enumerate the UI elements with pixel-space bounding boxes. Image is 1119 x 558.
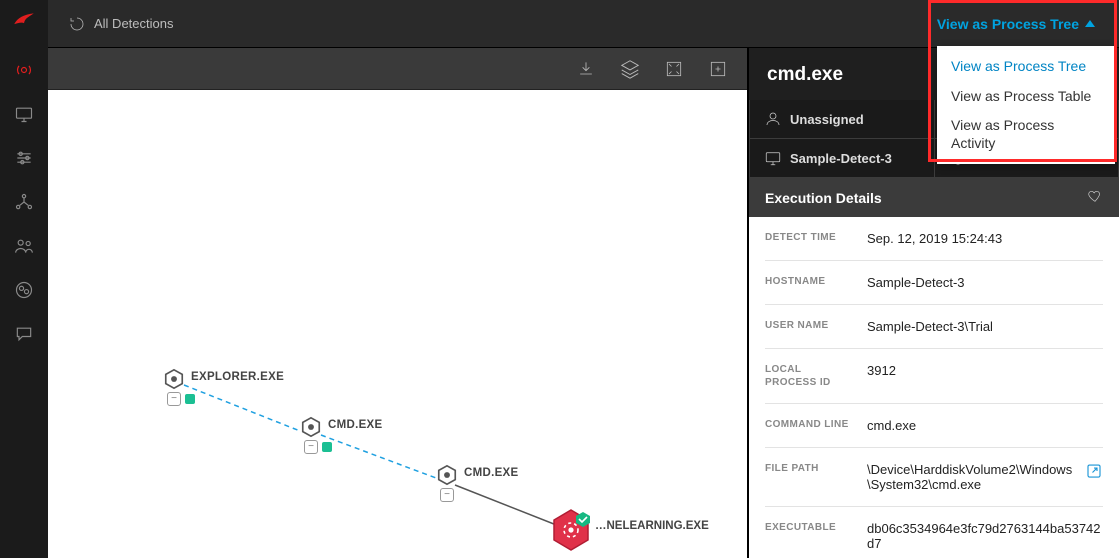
field-executable: Executable db06c3534964e3fc79d2763144ba5… <box>765 507 1103 558</box>
rail-graph-icon[interactable] <box>0 180 48 224</box>
hexagon-icon <box>436 464 458 486</box>
expand-icon[interactable] <box>661 56 687 82</box>
layers-icon[interactable] <box>617 56 643 82</box>
execution-details-body: Detect Time Sep. 12, 2019 15:24:43 Hostn… <box>749 217 1119 558</box>
main-area: All Detections View as Process Tree <box>48 0 1119 558</box>
view-selector-label: View as Process Tree <box>937 16 1079 32</box>
status-dot-icon <box>185 394 195 404</box>
add-panel-icon[interactable] <box>705 56 731 82</box>
canvas-column: EXPLORER.EXE − CMD.EXE − <box>48 48 748 558</box>
canvas-toolbar <box>48 48 747 90</box>
left-rail <box>0 0 48 558</box>
process-tree-canvas[interactable]: EXPLORER.EXE − CMD.EXE − <box>48 90 747 558</box>
back-label: All Detections <box>94 16 173 31</box>
collapse-icon[interactable]: − <box>167 392 181 406</box>
assign-label: Unassigned <box>790 112 864 127</box>
rail-monitor-icon[interactable] <box>0 92 48 136</box>
download-icon[interactable] <box>573 56 599 82</box>
process-node-sub: − <box>440 488 454 502</box>
view-as-selector[interactable]: View as Process Tree <box>931 12 1101 36</box>
dropdown-option-process-table[interactable]: View as Process Table <box>937 82 1115 112</box>
field-detect-time: Detect Time Sep. 12, 2019 15:24:43 <box>765 217 1103 261</box>
process-node-sub: − <box>304 440 332 454</box>
dropdown-option-process-activity[interactable]: View as Process Activity <box>937 111 1115 158</box>
process-node-cmd-2[interactable]: CMD.EXE − <box>436 464 458 491</box>
execution-details-header[interactable]: Execution Details <box>749 178 1119 217</box>
field-file-path: File Path \Device\HarddiskVolume2\Window… <box>765 448 1103 507</box>
heart-icon[interactable] <box>1087 188 1103 207</box>
collapse-icon[interactable]: − <box>440 488 454 502</box>
back-all-detections-button[interactable]: All Detections <box>60 9 181 39</box>
field-user-name: User Name Sample-Detect-3\Trial <box>765 305 1103 349</box>
host-label: Sample-Detect-3 <box>790 151 892 166</box>
user-icon <box>764 110 782 128</box>
process-node-threat[interactable]: …NELEARNING.EXE <box>551 508 591 557</box>
process-node-label: CMD.EXE <box>328 419 383 431</box>
view-as-dropdown: View as Process Tree View as Process Tab… <box>937 46 1115 164</box>
process-node-label: CMD.EXE <box>464 467 519 479</box>
status-dot-icon <box>322 442 332 452</box>
assign-pill[interactable]: Unassigned <box>749 100 935 139</box>
hexagon-icon <box>163 368 185 390</box>
tree-edges <box>48 90 747 558</box>
field-local-pid: Local Process ID 3912 <box>765 349 1103 404</box>
field-command-line: Command Line cmd.exe <box>765 404 1103 448</box>
rail-chat-icon[interactable] <box>0 312 48 356</box>
process-node-label: …NELEARNING.EXE <box>595 520 709 532</box>
threat-hexagon-icon <box>551 508 591 552</box>
rail-activity-icon[interactable] <box>0 48 48 92</box>
section-title: Execution Details <box>765 190 882 206</box>
process-node-cmd-1[interactable]: CMD.EXE − <box>300 416 322 443</box>
external-link-icon[interactable] <box>1085 462 1103 485</box>
process-node-label: EXPLORER.EXE <box>191 371 284 383</box>
rail-integrations-icon[interactable] <box>0 268 48 312</box>
top-header: All Detections View as Process Tree <box>48 0 1119 48</box>
process-node-explorer[interactable]: EXPLORER.EXE − <box>163 368 185 395</box>
chevron-up-icon <box>1085 20 1095 27</box>
rail-sliders-icon[interactable] <box>0 136 48 180</box>
host-pill[interactable]: Sample-Detect-3 <box>749 139 935 178</box>
collapse-icon[interactable]: − <box>304 440 318 454</box>
field-hostname: Hostname Sample-Detect-3 <box>765 261 1103 305</box>
rail-users-icon[interactable] <box>0 224 48 268</box>
brand-logo <box>10 8 38 36</box>
hexagon-icon <box>300 416 322 438</box>
process-node-sub: − <box>167 392 195 406</box>
monitor-icon <box>764 149 782 167</box>
dropdown-option-process-tree[interactable]: View as Process Tree <box>937 52 1115 82</box>
